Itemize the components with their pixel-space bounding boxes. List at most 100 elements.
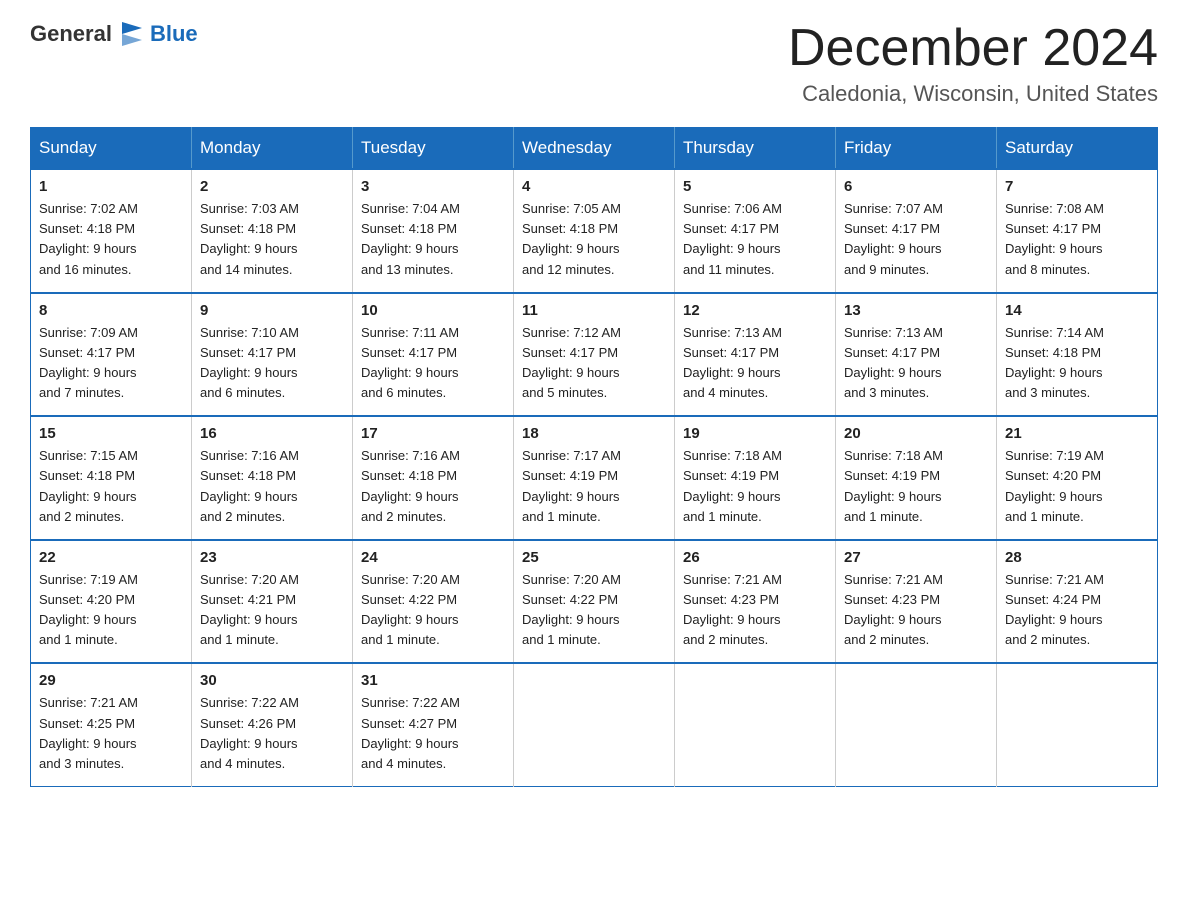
calendar-cell: [836, 663, 997, 786]
day-number: 23: [200, 549, 344, 566]
day-info: Sunrise: 7:14 AMSunset: 4:18 PMDaylight:…: [1005, 325, 1104, 400]
day-info: Sunrise: 7:21 AMSunset: 4:24 PMDaylight:…: [1005, 572, 1104, 647]
calendar-cell: 16 Sunrise: 7:16 AMSunset: 4:18 PMDaylig…: [192, 416, 353, 540]
calendar-cell: 18 Sunrise: 7:17 AMSunset: 4:19 PMDaylig…: [514, 416, 675, 540]
calendar-cell: 6 Sunrise: 7:07 AMSunset: 4:17 PMDayligh…: [836, 169, 997, 293]
calendar-cell: 8 Sunrise: 7:09 AMSunset: 4:17 PMDayligh…: [31, 293, 192, 417]
calendar-cell: 12 Sunrise: 7:13 AMSunset: 4:17 PMDaylig…: [675, 293, 836, 417]
day-number: 10: [361, 302, 505, 319]
month-year-title: December 2024: [788, 20, 1158, 77]
day-number: 13: [844, 302, 988, 319]
day-number: 3: [361, 178, 505, 195]
day-info: Sunrise: 7:20 AMSunset: 4:22 PMDaylight:…: [361, 572, 460, 647]
day-number: 17: [361, 425, 505, 442]
calendar-cell: 3 Sunrise: 7:04 AMSunset: 4:18 PMDayligh…: [353, 169, 514, 293]
day-info: Sunrise: 7:09 AMSunset: 4:17 PMDaylight:…: [39, 325, 138, 400]
weekday-header-thursday: Thursday: [675, 128, 836, 170]
day-info: Sunrise: 7:15 AMSunset: 4:18 PMDaylight:…: [39, 448, 138, 523]
weekday-header-monday: Monday: [192, 128, 353, 170]
calendar-cell: 29 Sunrise: 7:21 AMSunset: 4:25 PMDaylig…: [31, 663, 192, 786]
day-info: Sunrise: 7:18 AMSunset: 4:19 PMDaylight:…: [683, 448, 782, 523]
page-header: General Blue December 2024 Caledonia, Wi…: [30, 20, 1158, 107]
day-number: 4: [522, 178, 666, 195]
calendar-cell: 4 Sunrise: 7:05 AMSunset: 4:18 PMDayligh…: [514, 169, 675, 293]
day-info: Sunrise: 7:08 AMSunset: 4:17 PMDaylight:…: [1005, 201, 1104, 276]
day-info: Sunrise: 7:21 AMSunset: 4:23 PMDaylight:…: [844, 572, 943, 647]
day-info: Sunrise: 7:20 AMSunset: 4:22 PMDaylight:…: [522, 572, 621, 647]
calendar-table: SundayMondayTuesdayWednesdayThursdayFrid…: [30, 127, 1158, 787]
day-number: 2: [200, 178, 344, 195]
day-info: Sunrise: 7:19 AMSunset: 4:20 PMDaylight:…: [39, 572, 138, 647]
day-info: Sunrise: 7:18 AMSunset: 4:19 PMDaylight:…: [844, 448, 943, 523]
weekday-header-wednesday: Wednesday: [514, 128, 675, 170]
calendar-week-row: 8 Sunrise: 7:09 AMSunset: 4:17 PMDayligh…: [31, 293, 1158, 417]
calendar-week-row: 1 Sunrise: 7:02 AMSunset: 4:18 PMDayligh…: [31, 169, 1158, 293]
calendar-cell: 30 Sunrise: 7:22 AMSunset: 4:26 PMDaylig…: [192, 663, 353, 786]
day-number: 21: [1005, 425, 1149, 442]
day-info: Sunrise: 7:13 AMSunset: 4:17 PMDaylight:…: [844, 325, 943, 400]
day-info: Sunrise: 7:07 AMSunset: 4:17 PMDaylight:…: [844, 201, 943, 276]
calendar-cell: 26 Sunrise: 7:21 AMSunset: 4:23 PMDaylig…: [675, 540, 836, 664]
day-number: 6: [844, 178, 988, 195]
logo-flag-icon: [118, 20, 146, 48]
calendar-cell: 22 Sunrise: 7:19 AMSunset: 4:20 PMDaylig…: [31, 540, 192, 664]
day-number: 19: [683, 425, 827, 442]
calendar-week-row: 22 Sunrise: 7:19 AMSunset: 4:20 PMDaylig…: [31, 540, 1158, 664]
day-number: 25: [522, 549, 666, 566]
calendar-cell: 24 Sunrise: 7:20 AMSunset: 4:22 PMDaylig…: [353, 540, 514, 664]
calendar-cell: [514, 663, 675, 786]
calendar-cell: 17 Sunrise: 7:16 AMSunset: 4:18 PMDaylig…: [353, 416, 514, 540]
calendar-cell: 11 Sunrise: 7:12 AMSunset: 4:17 PMDaylig…: [514, 293, 675, 417]
calendar-cell: 15 Sunrise: 7:15 AMSunset: 4:18 PMDaylig…: [31, 416, 192, 540]
day-info: Sunrise: 7:17 AMSunset: 4:19 PMDaylight:…: [522, 448, 621, 523]
calendar-cell: 25 Sunrise: 7:20 AMSunset: 4:22 PMDaylig…: [514, 540, 675, 664]
calendar-cell: 31 Sunrise: 7:22 AMSunset: 4:27 PMDaylig…: [353, 663, 514, 786]
day-number: 27: [844, 549, 988, 566]
calendar-cell: 19 Sunrise: 7:18 AMSunset: 4:19 PMDaylig…: [675, 416, 836, 540]
day-info: Sunrise: 7:13 AMSunset: 4:17 PMDaylight:…: [683, 325, 782, 400]
day-number: 11: [522, 302, 666, 319]
day-info: Sunrise: 7:10 AMSunset: 4:17 PMDaylight:…: [200, 325, 299, 400]
weekday-header-saturday: Saturday: [997, 128, 1158, 170]
logo: General Blue: [30, 20, 198, 48]
weekday-header-tuesday: Tuesday: [353, 128, 514, 170]
title-block: December 2024 Caledonia, Wisconsin, Unit…: [788, 20, 1158, 107]
day-info: Sunrise: 7:21 AMSunset: 4:23 PMDaylight:…: [683, 572, 782, 647]
logo-general-text: General: [30, 21, 112, 47]
day-info: Sunrise: 7:02 AMSunset: 4:18 PMDaylight:…: [39, 201, 138, 276]
day-number: 28: [1005, 549, 1149, 566]
calendar-cell: 5 Sunrise: 7:06 AMSunset: 4:17 PMDayligh…: [675, 169, 836, 293]
day-number: 15: [39, 425, 183, 442]
day-number: 12: [683, 302, 827, 319]
day-number: 7: [1005, 178, 1149, 195]
day-number: 8: [39, 302, 183, 319]
calendar-cell: 27 Sunrise: 7:21 AMSunset: 4:23 PMDaylig…: [836, 540, 997, 664]
day-info: Sunrise: 7:12 AMSunset: 4:17 PMDaylight:…: [522, 325, 621, 400]
day-info: Sunrise: 7:11 AMSunset: 4:17 PMDaylight:…: [361, 325, 459, 400]
day-number: 29: [39, 672, 183, 689]
day-number: 22: [39, 549, 183, 566]
weekday-header-friday: Friday: [836, 128, 997, 170]
calendar-cell: 9 Sunrise: 7:10 AMSunset: 4:17 PMDayligh…: [192, 293, 353, 417]
calendar-cell: [997, 663, 1158, 786]
calendar-cell: 2 Sunrise: 7:03 AMSunset: 4:18 PMDayligh…: [192, 169, 353, 293]
day-number: 9: [200, 302, 344, 319]
calendar-cell: 10 Sunrise: 7:11 AMSunset: 4:17 PMDaylig…: [353, 293, 514, 417]
calendar-cell: 14 Sunrise: 7:14 AMSunset: 4:18 PMDaylig…: [997, 293, 1158, 417]
day-number: 14: [1005, 302, 1149, 319]
calendar-cell: 7 Sunrise: 7:08 AMSunset: 4:17 PMDayligh…: [997, 169, 1158, 293]
day-info: Sunrise: 7:22 AMSunset: 4:27 PMDaylight:…: [361, 695, 460, 770]
calendar-cell: 21 Sunrise: 7:19 AMSunset: 4:20 PMDaylig…: [997, 416, 1158, 540]
day-info: Sunrise: 7:21 AMSunset: 4:25 PMDaylight:…: [39, 695, 138, 770]
day-number: 20: [844, 425, 988, 442]
day-info: Sunrise: 7:05 AMSunset: 4:18 PMDaylight:…: [522, 201, 621, 276]
day-number: 30: [200, 672, 344, 689]
day-number: 26: [683, 549, 827, 566]
calendar-cell: [675, 663, 836, 786]
location-subtitle: Caledonia, Wisconsin, United States: [788, 81, 1158, 107]
calendar-week-row: 29 Sunrise: 7:21 AMSunset: 4:25 PMDaylig…: [31, 663, 1158, 786]
calendar-week-row: 15 Sunrise: 7:15 AMSunset: 4:18 PMDaylig…: [31, 416, 1158, 540]
day-number: 5: [683, 178, 827, 195]
day-info: Sunrise: 7:04 AMSunset: 4:18 PMDaylight:…: [361, 201, 460, 276]
day-info: Sunrise: 7:20 AMSunset: 4:21 PMDaylight:…: [200, 572, 299, 647]
